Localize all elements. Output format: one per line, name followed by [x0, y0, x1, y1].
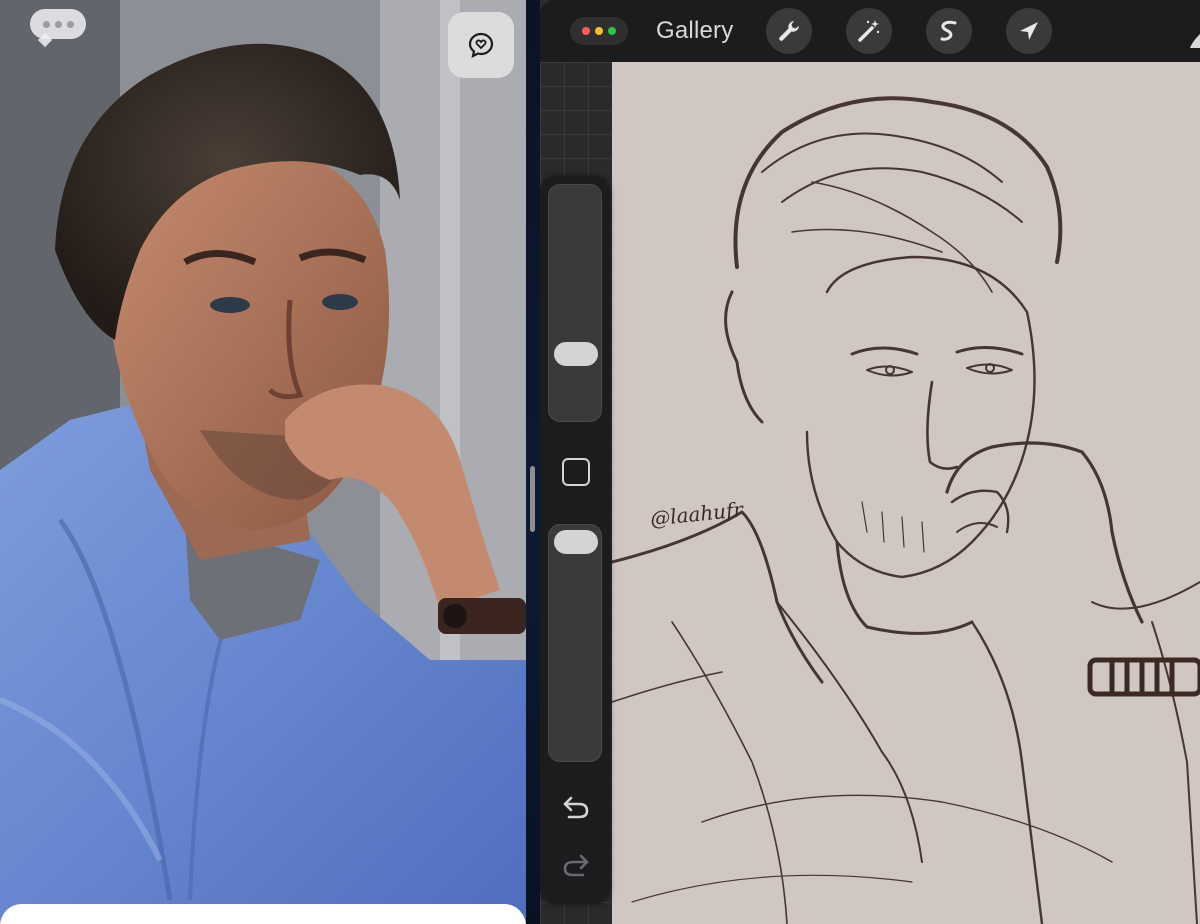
opacity-thumb[interactable]: [554, 530, 598, 554]
redo-button[interactable]: [559, 848, 593, 882]
actions-button[interactable]: [766, 8, 812, 54]
react-button[interactable]: [448, 12, 514, 78]
drawing-app: @laahufr Gallery: [540, 0, 1200, 924]
wrench-icon: [779, 21, 799, 41]
fullscreen-dot[interactable]: [608, 27, 616, 35]
undo-icon: [563, 796, 589, 819]
brush-tool-icon[interactable]: [1186, 34, 1200, 48]
transform-button[interactable]: [1006, 8, 1052, 54]
close-dot[interactable]: [582, 27, 590, 35]
heart-bubble-icon: [468, 32, 494, 59]
minimize-dot[interactable]: [595, 27, 603, 35]
undo-button[interactable]: [559, 790, 593, 824]
brush-size-slider[interactable]: [548, 184, 602, 422]
gallery-button[interactable]: Gallery: [656, 17, 733, 45]
redo-icon: [563, 854, 589, 877]
brush-sidebar: [540, 176, 610, 904]
adjustments-button[interactable]: [846, 8, 892, 54]
drawing-canvas[interactable]: @laahufr: [610, 62, 1200, 924]
top-toolbar: Gallery: [540, 0, 1200, 62]
reference-photo: [0, 0, 526, 924]
arrow-cursor-icon: [1020, 22, 1038, 40]
window-controls[interactable]: [570, 17, 628, 45]
photo-viewer: [0, 0, 526, 924]
brush-size-thumb[interactable]: [554, 341, 598, 366]
selection-button[interactable]: [926, 8, 972, 54]
selection-s-icon: [940, 20, 957, 41]
opacity-slider[interactable]: [548, 524, 602, 762]
bottom-sheet[interactable]: [0, 904, 526, 924]
sketch-artwork: [610, 96, 1200, 924]
modify-button[interactable]: [562, 458, 590, 486]
split-view-divider: [526, 0, 540, 924]
ellipsis-bubble-icon[interactable]: [30, 9, 86, 39]
watch-sketch: [1087, 657, 1200, 697]
split-view-handle[interactable]: [530, 466, 535, 532]
magic-wand-icon: [858, 20, 880, 42]
